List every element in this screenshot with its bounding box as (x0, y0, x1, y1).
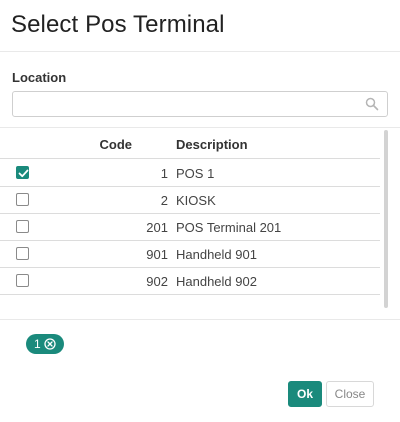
selection-count-chip: 1 (26, 334, 64, 354)
table-header: Code Description (0, 128, 380, 159)
row-description: POS Terminal 201 (176, 220, 282, 235)
selection-count: 1 (34, 337, 41, 351)
row-description: Handheld 902 (176, 274, 257, 289)
row-checkbox[interactable] (16, 247, 29, 260)
ok-button[interactable]: Ok (288, 381, 322, 407)
column-header-description[interactable]: Description (176, 137, 248, 152)
row-checkbox[interactable] (16, 274, 29, 287)
location-search-input[interactable] (13, 92, 353, 116)
row-checkbox[interactable] (16, 220, 29, 233)
table-row[interactable]: 1 POS 1 (0, 160, 380, 187)
row-code: 1 (160, 166, 168, 181)
table-row[interactable]: 901 Handheld 901 (0, 241, 380, 268)
row-checkbox[interactable] (16, 193, 29, 206)
search-icon[interactable] (365, 97, 379, 111)
table-scrollbar[interactable] (384, 130, 388, 308)
location-search-box[interactable] (12, 91, 388, 117)
row-code: 902 (146, 274, 168, 289)
select-pos-terminal-dialog: Select Pos Terminal Location Code Descri… (0, 0, 400, 422)
row-code: 901 (146, 247, 168, 262)
close-button[interactable]: Close (326, 381, 374, 407)
row-description: POS 1 (176, 166, 215, 181)
terminal-table: Code Description 1 POS 1 2 KIOSK 201 POS… (0, 127, 400, 320)
table-row[interactable]: 902 Handheld 902 (0, 268, 380, 295)
row-code: 2 (160, 193, 168, 208)
check-icon (18, 169, 29, 178)
dialog-header: Select Pos Terminal (0, 0, 400, 52)
row-checkbox[interactable] (16, 166, 29, 179)
location-label: Location (12, 70, 67, 85)
row-description: Handheld 901 (176, 247, 257, 262)
table-row[interactable]: 2 KIOSK (0, 187, 380, 214)
row-description: KIOSK (176, 193, 216, 208)
row-code: 201 (146, 220, 168, 235)
column-header-code[interactable]: Code (100, 137, 133, 152)
close-circle-icon[interactable] (44, 338, 56, 350)
table-row[interactable]: 201 POS Terminal 201 (0, 214, 380, 241)
dialog-title: Select Pos Terminal (11, 11, 225, 38)
